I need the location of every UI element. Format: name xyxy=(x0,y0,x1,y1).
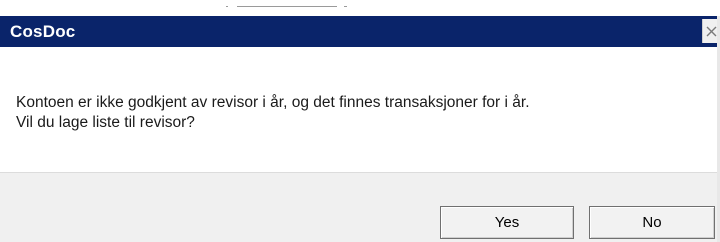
message-text-line-2: Vil du lage liste til revisor? xyxy=(16,114,195,131)
background-window-edge xyxy=(0,0,720,16)
dialog-button-bar: Yes No xyxy=(0,172,720,242)
screenshot: CosDoc Kontoen er ikke godkjent av revis… xyxy=(0,0,720,242)
yes-button[interactable]: Yes xyxy=(440,206,574,239)
dialog-title: CosDoc xyxy=(10,22,76,41)
background-mark xyxy=(226,6,228,7)
background-mark xyxy=(237,6,337,7)
dialog-content: Kontoen er ikke godkjent av revisor i år… xyxy=(0,47,720,172)
close-icon xyxy=(706,26,717,37)
message-text-line-1: Kontoen er ikke godkjent av revisor i år… xyxy=(16,94,530,111)
no-button[interactable]: No xyxy=(589,206,715,239)
message-dialog: CosDoc Kontoen er ikke godkjent av revis… xyxy=(0,16,720,242)
background-mark xyxy=(344,6,347,7)
dialog-titlebar[interactable]: CosDoc xyxy=(0,16,720,47)
